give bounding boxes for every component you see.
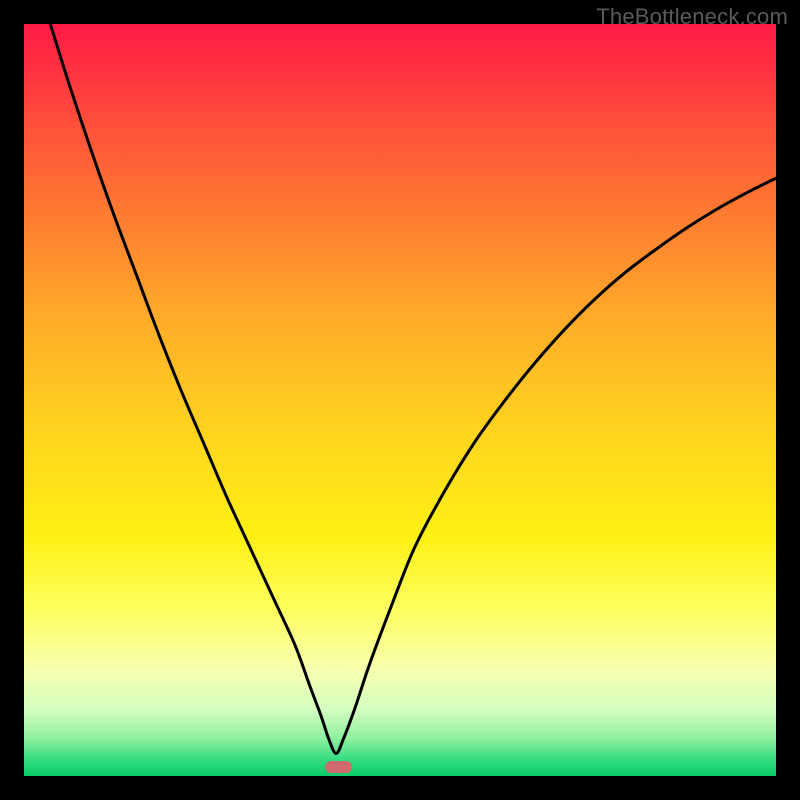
optimal-marker (325, 761, 352, 773)
chart-frame (24, 24, 776, 776)
bottleneck-curve-plot (24, 24, 776, 776)
watermark-text: TheBottleneck.com (596, 4, 788, 30)
curve-line (50, 24, 776, 753)
